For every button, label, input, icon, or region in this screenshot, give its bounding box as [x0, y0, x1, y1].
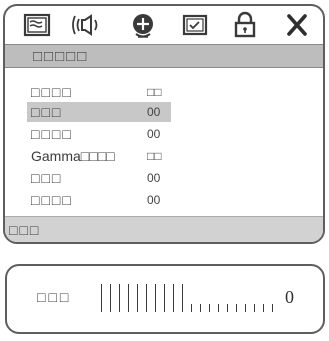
level-tick-empty	[218, 304, 219, 312]
osd-menu: □□□□□ □□□□ □□ □□□ 00 □□□□ 00 Gamma□□□□ □…	[3, 4, 325, 244]
options-icon[interactable]	[177, 10, 213, 40]
level-tick-filled	[128, 284, 129, 312]
picture-icon[interactable]	[19, 10, 55, 40]
level-tick-empty	[254, 304, 255, 312]
level-tick-empty	[227, 304, 228, 312]
menu-tab-bar	[5, 6, 323, 44]
level-tick-empty	[191, 304, 192, 312]
sound-icon[interactable]	[71, 10, 107, 40]
menu-row-label: Gamma□□□□	[31, 148, 115, 164]
menu-row[interactable]: □□□□ 00	[27, 190, 305, 210]
level-tick-empty	[272, 304, 273, 312]
exit-icon[interactable]	[279, 10, 315, 40]
menu-row-value: □□	[147, 149, 162, 163]
lock-icon[interactable]	[227, 10, 263, 40]
menu-title: □□□□□	[33, 48, 89, 65]
level-tick-filled	[173, 284, 174, 312]
level-tick-empty	[236, 304, 237, 312]
level-tick-empty	[200, 304, 201, 312]
menu-row-label: □□□□	[31, 84, 73, 100]
adjust-value: 0	[285, 287, 294, 307]
menu-row-label: □□□	[31, 170, 63, 186]
adjust-level-bar[interactable]	[99, 282, 279, 312]
menu-footer-label: □□□	[9, 222, 41, 238]
level-tick-filled	[164, 284, 165, 312]
level-tick-filled	[119, 284, 120, 312]
menu-row-value: □□	[147, 85, 162, 99]
menu-row-label: □□□	[27, 102, 149, 122]
level-tick-empty	[263, 304, 264, 312]
menu-row-value: 00	[147, 127, 161, 141]
menu-row[interactable]: □□□□ 00	[27, 124, 305, 144]
level-tick-filled	[155, 284, 156, 312]
level-tick-empty	[245, 304, 246, 312]
menu-row-value: 00	[147, 193, 161, 207]
level-tick-filled	[110, 284, 111, 312]
level-tick-filled	[101, 284, 102, 312]
adjust-panel: □□□ 0	[5, 264, 325, 334]
menu-row-value: 00	[147, 171, 161, 185]
menu-row[interactable]: □□□□ □□	[27, 82, 305, 102]
menu-footer: □□□	[5, 216, 323, 242]
menu-row[interactable]: □□□ 00	[27, 168, 305, 188]
level-tick-empty	[209, 304, 210, 312]
level-tick-filled	[137, 284, 138, 312]
menu-row-label: □□□□	[31, 126, 73, 142]
menu-row-label: □□□□	[31, 192, 73, 208]
level-tick-filled	[146, 284, 147, 312]
menu-title-bar: □□□□□	[5, 44, 323, 68]
menu-row-value: 00	[145, 102, 171, 122]
menu-row-gamma[interactable]: Gamma□□□□ □□	[27, 146, 305, 166]
level-tick-filled	[182, 284, 183, 312]
setup-icon[interactable]	[125, 10, 161, 40]
adjust-label: □□□	[37, 289, 72, 305]
menu-row-selected[interactable]: □□□ 00	[27, 102, 305, 122]
